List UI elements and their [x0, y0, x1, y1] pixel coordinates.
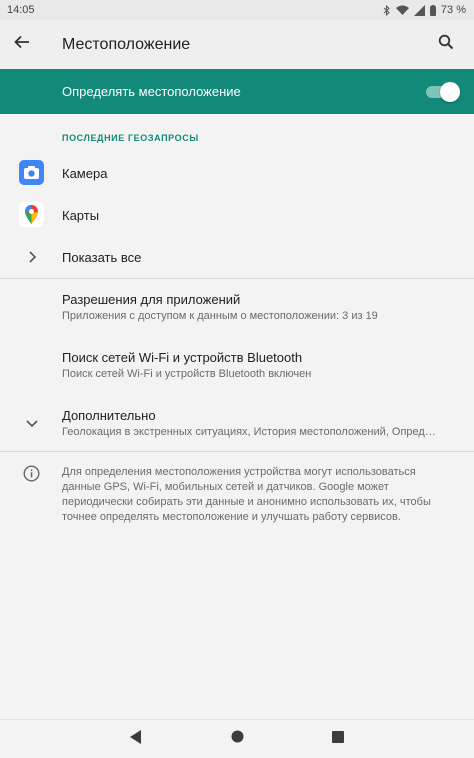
back-nav-button[interactable] [126, 729, 146, 749]
setting-title: Поиск сетей Wi-Fi и устройств Bluetooth [62, 350, 303, 365]
chevron-right-icon [19, 244, 44, 269]
status-time: 14:05 [7, 4, 35, 16]
home-nav-button[interactable] [227, 729, 247, 749]
page-title: Местоположение [62, 35, 191, 53]
location-toggle[interactable] [426, 82, 460, 102]
arrow-back-icon [14, 34, 30, 55]
wifi-bluetooth-scanning-setting[interactable]: Поиск сетей Wi-Fi и устройств Bluetooth … [0, 342, 474, 394]
recent-item-maps[interactable]: Карты [0, 194, 474, 236]
camera-app-icon [19, 160, 44, 185]
search-icon [438, 34, 454, 55]
recents-nav-button[interactable] [328, 729, 348, 749]
navigation-bar [0, 719, 474, 758]
setting-summary: Геолокация в экстренных ситуациях, Истор… [62, 426, 436, 438]
status-icons: 73 % [383, 4, 466, 16]
battery-icon [429, 4, 436, 16]
chevron-down-icon [19, 410, 44, 435]
setting-summary: Поиск сетей Wi-Fi и устройств Bluetooth … [62, 368, 312, 380]
status-bar: 14:05 73 % [0, 0, 474, 20]
setting-title: Разрешения для приложений [62, 292, 241, 307]
advanced-setting[interactable]: Дополнительно Геолокация в экстренных си… [0, 400, 474, 452]
recents-nav-icon [332, 730, 344, 748]
signal-icon [413, 4, 425, 16]
home-nav-icon [231, 730, 244, 748]
location-info-text: Для определения местоположения устройств… [62, 466, 431, 523]
location-master-switch-bar[interactable]: Определять местоположение [0, 69, 474, 114]
recent-requests-header: ПОСЛЕДНИЕ ГЕОЗАПРОСЫ [62, 133, 199, 143]
info-icon [19, 461, 44, 486]
show-all-button[interactable]: Показать все [0, 236, 474, 278]
setting-title: Дополнительно [62, 408, 156, 423]
wifi-icon [395, 5, 409, 15]
divider [0, 278, 474, 279]
recent-item-label: Карты [62, 208, 100, 223]
back-nav-icon [130, 729, 142, 749]
battery-level: 73 % [440, 4, 466, 16]
show-all-label: Показать все [62, 250, 142, 265]
toggle-thumb [440, 82, 460, 102]
bluetooth-icon [383, 4, 391, 16]
back-button[interactable] [0, 23, 44, 67]
search-button[interactable] [424, 22, 468, 66]
location-switch-label: Определять местоположение [62, 84, 241, 99]
app-permissions-setting[interactable]: Разрешения для приложений Приложения с д… [0, 284, 474, 336]
recent-item-camera[interactable]: Камера [0, 152, 474, 194]
divider [0, 451, 474, 452]
app-bar: Местоположение [0, 20, 474, 69]
recent-item-label: Камера [62, 166, 108, 181]
setting-summary: Приложения с доступом к данным о местопо… [62, 310, 378, 322]
maps-app-icon [19, 202, 44, 227]
